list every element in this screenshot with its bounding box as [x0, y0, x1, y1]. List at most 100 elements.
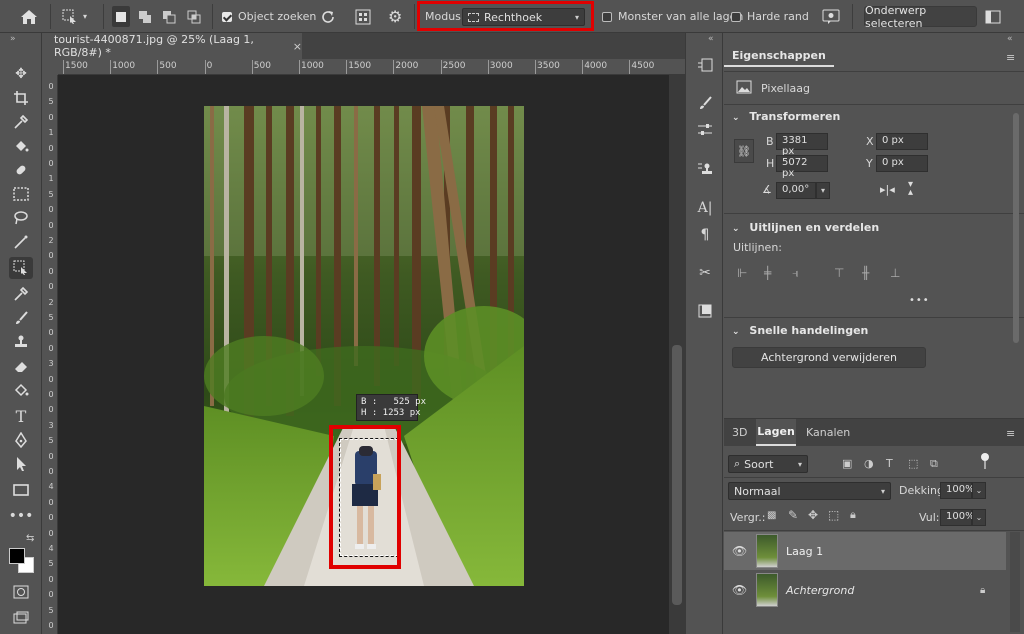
- more-tools-icon[interactable]: •••: [9, 505, 34, 527]
- filter-smart-object-icon[interactable]: ⧉: [930, 457, 938, 471]
- object-finder-checkbox[interactable]: Object zoeken: [222, 6, 316, 27]
- tab-channels[interactable]: Kanalen: [806, 426, 850, 439]
- intersect-selection-icon[interactable]: [187, 6, 201, 27]
- collapse-panel-icon[interactable]: »: [10, 34, 16, 44]
- document-tab[interactable]: tourist-4400871.jpg @ 25% (Laag 1, RGB/8…: [42, 33, 302, 59]
- subtract-from-selection-icon[interactable]: [162, 6, 176, 27]
- x-field[interactable]: 0 px: [876, 133, 928, 150]
- object-selection-tool-icon[interactable]: ▾: [62, 6, 87, 27]
- lasso-tool-icon[interactable]: [9, 207, 33, 229]
- move-tool-icon[interactable]: ✥: [9, 63, 33, 85]
- layers-menu-icon[interactable]: ≡: [1006, 427, 1015, 440]
- angle-field[interactable]: 0,00°: [776, 182, 816, 199]
- clone-source-icon[interactable]: [695, 159, 715, 179]
- link-dimensions-icon[interactable]: ⛓: [734, 139, 754, 163]
- select-and-mask-icon[interactable]: [822, 6, 840, 27]
- panel-menu-icon[interactable]: ≡: [1006, 51, 1015, 64]
- align-right-edges-icon[interactable]: ⫣: [792, 266, 799, 281]
- crop-tool-icon[interactable]: [9, 87, 33, 109]
- more-options-icon[interactable]: •••: [909, 295, 930, 306]
- remove-background-button[interactable]: Achtergrond verwijderen: [732, 347, 926, 368]
- new-selection-icon[interactable]: [112, 6, 130, 27]
- layer-name[interactable]: Laag 1: [786, 545, 823, 558]
- brush-settings-icon[interactable]: [695, 93, 715, 113]
- settings-gear-icon[interactable]: ⚙: [388, 6, 402, 27]
- lock-image-pixels-icon[interactable]: ✎: [788, 508, 798, 522]
- history-icon[interactable]: [695, 55, 715, 75]
- opacity-field[interactable]: 100%: [940, 482, 975, 499]
- close-tab-icon[interactable]: ×: [293, 40, 302, 53]
- angle-dropdown-chevron-icon[interactable]: ▾: [816, 182, 830, 199]
- flip-horizontal-icon[interactable]: ▸|◂: [880, 183, 895, 196]
- flip-vertical-icon[interactable]: ▾ ▴: [908, 180, 913, 198]
- scrollbar-thumb[interactable]: [672, 345, 682, 605]
- layer-row-background[interactable]: 👁︎ Achtergrond 🔒︎: [724, 571, 1006, 609]
- path-selection-tool-icon[interactable]: [9, 453, 33, 475]
- object-selection-tool-icon[interactable]: [9, 257, 33, 279]
- properties-scrollbar[interactable]: [1013, 113, 1019, 343]
- eye-visibility-icon[interactable]: 👁︎: [732, 544, 747, 558]
- lock-transparent-pixels-icon[interactable]: ▩: [767, 510, 776, 521]
- lock-all-icon[interactable]: 🔒︎: [850, 508, 856, 522]
- pen-tool-icon[interactable]: [9, 429, 33, 451]
- tab-3d[interactable]: 3D: [732, 426, 747, 439]
- add-to-selection-icon[interactable]: [138, 6, 152, 27]
- quick-actions-section[interactable]: ⌄ Snelle handelingen: [732, 324, 868, 337]
- layer-comps-icon[interactable]: [695, 301, 715, 321]
- marquee-tool-icon[interactable]: [9, 183, 33, 205]
- lock-artboard-icon[interactable]: ⬚: [828, 508, 839, 522]
- paragraph-panel-icon[interactable]: ¶: [695, 225, 715, 245]
- collapse-props-icon[interactable]: «: [1007, 34, 1013, 44]
- paint-bucket-tool-icon[interactable]: [9, 135, 33, 157]
- select-subject-button[interactable]: Onderwerp selecteren: [864, 4, 977, 30]
- collapse-strip-icon[interactable]: «: [708, 34, 714, 44]
- show-all-objects-icon[interactable]: [355, 6, 371, 27]
- filter-shape-icon[interactable]: ⬚: [908, 457, 918, 470]
- gradient-bucket-tool-icon[interactable]: [9, 379, 33, 401]
- mode-select[interactable]: Rechthoek ▾: [462, 8, 585, 26]
- eraser-tool-icon[interactable]: [9, 355, 33, 377]
- color-sampler-tool-icon[interactable]: [9, 283, 33, 305]
- layer-filter-select[interactable]: ⌕ Soort ▾: [728, 455, 808, 473]
- filter-adjustment-icon[interactable]: ◑: [864, 457, 874, 470]
- layer-row-laag1[interactable]: 👁︎ Laag 1: [724, 532, 1006, 570]
- fill-chevron-icon[interactable]: ⌄: [972, 509, 986, 526]
- pen-line-tool-icon[interactable]: [9, 231, 33, 253]
- align-section[interactable]: ⌄ Uitlijnen en verdelen: [732, 221, 879, 234]
- align-left-edges-icon[interactable]: ⊩: [737, 266, 747, 280]
- blend-mode-select[interactable]: Normaal ▾: [728, 482, 891, 500]
- brush-tool-icon[interactable]: [9, 307, 33, 329]
- filter-toggle-icon[interactable]: [980, 453, 990, 471]
- transform-section[interactable]: ⌄ Transformeren: [732, 110, 840, 123]
- sample-all-layers-checkbox[interactable]: Monster van alle lagen: [602, 6, 743, 27]
- quick-mask-icon[interactable]: [9, 581, 33, 603]
- lock-position-icon[interactable]: ✥: [808, 508, 818, 522]
- tools-scissors-icon[interactable]: ✂: [695, 263, 715, 283]
- layer-name[interactable]: Achtergrond: [786, 584, 854, 597]
- y-field[interactable]: 0 px: [876, 155, 928, 172]
- eye-visibility-icon[interactable]: 👁︎: [732, 583, 747, 597]
- vertical-scrollbar[interactable]: [669, 75, 685, 634]
- refresh-icon[interactable]: [320, 6, 336, 27]
- filter-type-icon[interactable]: T: [886, 457, 893, 470]
- rectangle-shape-tool-icon[interactable]: [9, 479, 33, 501]
- fill-field[interactable]: 100%: [940, 509, 975, 526]
- align-vertical-centers-icon[interactable]: ╫: [862, 266, 869, 280]
- height-field[interactable]: 5072 px: [776, 155, 828, 179]
- layers-scrollbar[interactable]: [1010, 532, 1020, 632]
- hard-edge-checkbox[interactable]: Harde rand: [731, 6, 809, 27]
- opacity-chevron-icon[interactable]: ⌄: [972, 482, 986, 499]
- panel-toggle-icon[interactable]: [985, 6, 1001, 27]
- width-field[interactable]: 3381 px: [776, 133, 828, 157]
- align-bottom-edges-icon[interactable]: ⊥: [890, 266, 900, 280]
- clone-stamp-tool-icon[interactable]: [9, 331, 33, 353]
- filter-pixel-icon[interactable]: ▣: [842, 457, 852, 470]
- align-horizontal-centers-icon[interactable]: ╪: [764, 266, 771, 280]
- adjustments-sliders-icon[interactable]: [695, 120, 715, 140]
- screen-mode-icon[interactable]: [9, 607, 33, 629]
- healing-brush-tool-icon[interactable]: [9, 159, 33, 181]
- align-top-edges-icon[interactable]: ⊤: [834, 266, 844, 280]
- swap-colors-icon[interactable]: ⇆: [26, 533, 34, 544]
- character-panel-icon[interactable]: A|: [695, 198, 715, 218]
- properties-tab[interactable]: Eigenschappen: [724, 45, 834, 67]
